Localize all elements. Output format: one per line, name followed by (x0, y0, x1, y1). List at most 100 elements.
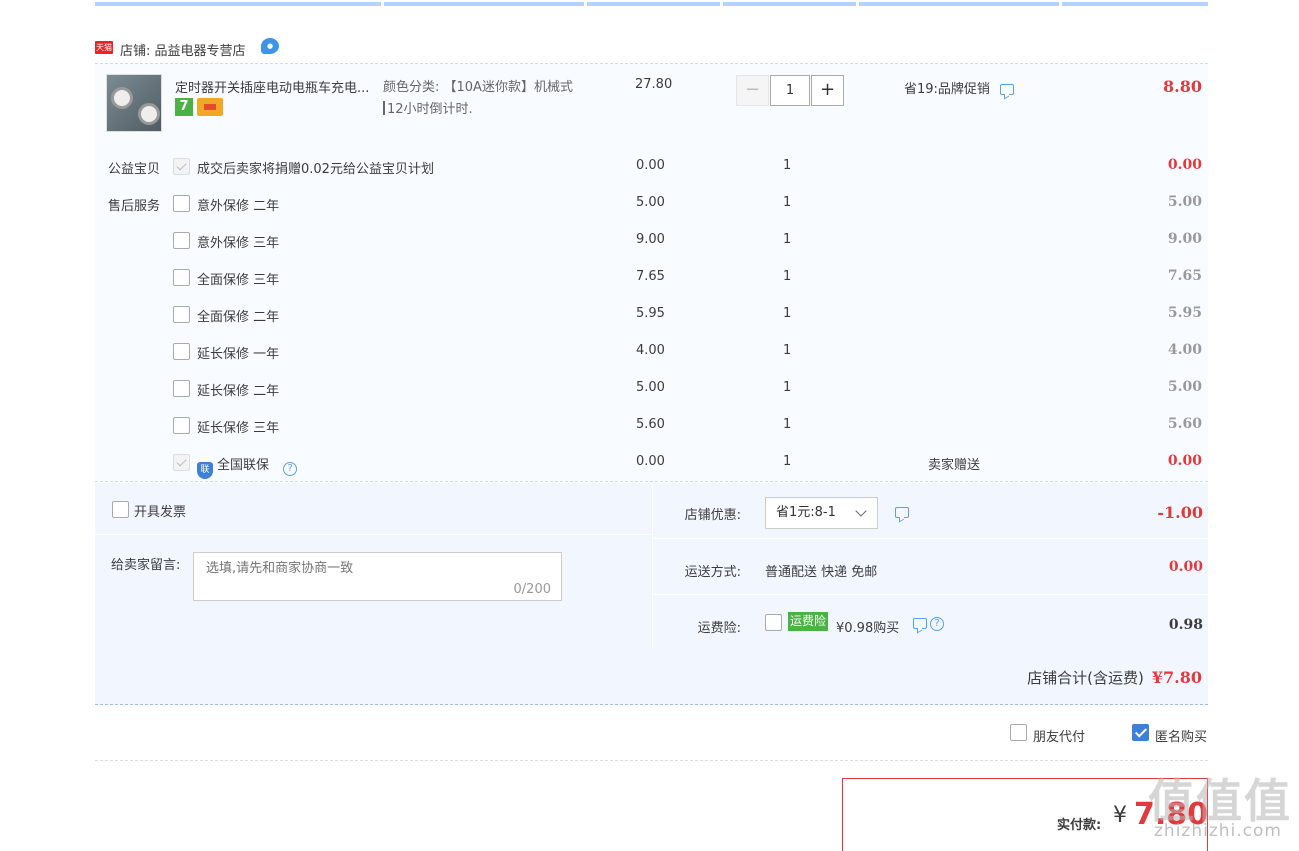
service-checkbox (173, 454, 190, 471)
wangwang-chat-icon[interactable]: ● (261, 38, 279, 54)
order-extras-pane: 开具发票 给卖家留言: 0/200 (95, 483, 651, 647)
service-price: 7.65 (636, 269, 665, 284)
service-name: 意外保修 二年 (197, 199, 280, 214)
thumbnail-dial (111, 87, 133, 109)
service-checkbox[interactable] (173, 269, 190, 286)
service-total: 9.00 (1167, 231, 1202, 247)
order-fees-pane: 店铺优惠: 省1元:8-1 -1.00 运送方式: 普通配送 快递 免邮 0.0… (652, 483, 1209, 647)
product-title-link[interactable]: 定时器开关插座电动电瓶车充电... (175, 77, 380, 96)
product-thumbnail[interactable] (106, 74, 162, 132)
service-row-warranty: 联全国联保 ? 0.00 1 卖家赠送 0.00 (95, 450, 1208, 479)
insurance-checkbox[interactable] (765, 614, 782, 631)
service-row: 延长保修 三年 5.60 1 5.60 (95, 413, 1208, 441)
service-total: 5.60 (1167, 416, 1202, 432)
header-segment (723, 2, 856, 6)
service-price: 9.00 (636, 232, 665, 247)
header-segment (95, 2, 381, 6)
watermark-url: zhizhizhi.com (1154, 821, 1282, 841)
anonymous-purchase-label: 匿名购买 (1155, 730, 1208, 745)
service-price: 4.00 (636, 343, 665, 358)
shop-header: 天猫 店铺: 品益电器专营店 ● (95, 36, 1208, 64)
sku-line-2: 12小时倒计时. (383, 99, 633, 121)
discount-message-icon[interactable] (895, 507, 909, 518)
service-price: 5.60 (636, 417, 665, 432)
service-row: 延长保修 一年 4.00 1 4.00 (95, 339, 1208, 367)
quantity-decrease-button[interactable]: − (736, 75, 769, 106)
service-row-charity: 公益宝贝 成交后卖家将捐赠0.02元给公益宝贝计划 0.00 1 0.00 (95, 154, 1208, 182)
promotion-info: 省19:品牌促销 (904, 78, 1015, 97)
sku-divider (383, 101, 385, 115)
service-qty: 1 (783, 269, 792, 284)
sku-line-1: 颜色分类: 【10A迷你款】机械式 (383, 80, 573, 95)
service-name: 全国联保 (217, 458, 270, 473)
sku-line-2-text: 12小时倒计时. (387, 102, 473, 117)
service-name: 成交后卖家将捐赠0.02元给公益宝贝计划 (197, 162, 434, 177)
shipping-row: 运送方式: 普通配送 快递 免邮 0.00 (653, 539, 1209, 595)
seller-message-input[interactable] (194, 553, 561, 583)
service-name: 延长保修 一年 (197, 347, 280, 362)
item-subtotal: 8.80 (1163, 77, 1202, 96)
quantity-input[interactable]: 1 (770, 75, 810, 106)
promotion-detail-icon[interactable] (1000, 84, 1015, 95)
thumbnail-dial (138, 103, 160, 125)
help-icon[interactable]: ? (283, 462, 298, 476)
service-name: 意外保修 三年 (197, 236, 280, 251)
help-icon[interactable]: ? (930, 617, 944, 631)
service-qty: 1 (783, 343, 792, 358)
invoice-checkbox[interactable] (112, 501, 129, 518)
anonymous-purchase-checkbox[interactable] (1132, 724, 1149, 741)
service-price: 5.00 (636, 380, 665, 395)
shipping-label: 运送方式: (684, 565, 741, 580)
seven-day-return-icon: 7 (175, 98, 193, 116)
payment-label: 实付款: (1057, 818, 1102, 833)
quantity-increase-button[interactable]: + (811, 75, 844, 106)
service-name: 全面保修 三年 (197, 273, 280, 288)
order-summary-area: 开具发票 给卖家留言: 0/200 店铺优惠: 省1元:8-1 -1.00 运送… (95, 483, 1209, 705)
friend-pay-checkbox[interactable] (1010, 724, 1027, 741)
currency-symbol: ¥ (1113, 803, 1127, 828)
seller-message-box[interactable]: 0/200 (193, 552, 562, 601)
service-qty: 1 (783, 380, 792, 395)
service-name: 全面保修 二年 (197, 310, 280, 325)
watermark: 值 值 值 zhizhizhi.com (1148, 765, 1293, 845)
service-price: 0.00 (636, 454, 665, 469)
shipping-method: 普通配送 快递 免邮 (765, 565, 878, 580)
promotion-text: 省19:品牌促销 (904, 82, 990, 97)
service-checkbox[interactable] (173, 417, 190, 434)
service-total: 5.00 (1167, 194, 1202, 210)
service-checkbox[interactable] (173, 380, 190, 397)
service-total: 5.95 (1167, 305, 1202, 321)
service-total: 0.00 (1167, 157, 1202, 173)
message-char-counter: 0/200 (513, 582, 551, 597)
shipping-amount: 0.00 (1168, 559, 1203, 575)
shop-total-amount: ¥7.80 (1151, 668, 1202, 687)
service-total: 0.00 (1167, 453, 1202, 469)
service-total: 5.00 (1167, 379, 1202, 395)
service-row: 全面保修 二年 5.95 1 5.95 (95, 302, 1208, 330)
checkout-options: 朋友代付 匿名购买 (95, 706, 1208, 761)
shop-discount-amount: -1.00 (1157, 503, 1203, 522)
shop-total-label: 店铺合计(含运费) (1027, 669, 1144, 687)
service-row: 全面保修 三年 7.65 1 7.65 (95, 265, 1208, 293)
service-total: 4.00 (1167, 342, 1202, 358)
header-segment (384, 2, 584, 6)
insurance-label: 运费险: (697, 621, 741, 636)
service-name: 延长保修 三年 (197, 421, 280, 436)
service-checkbox[interactable] (173, 343, 190, 360)
shop-name-link[interactable]: 店铺: 品益电器专营店 (120, 40, 246, 59)
divider (95, 534, 651, 535)
tmall-icon: 天猫 (95, 41, 113, 54)
service-name-with-icon: 联全国联保 ? (197, 454, 298, 479)
service-checkbox[interactable] (173, 195, 190, 212)
order-item-block: 定时器开关插座电动电瓶车充电... 7 颜色分类: 【10A迷你款】机械式 12… (95, 64, 1208, 482)
service-total: 7.65 (1167, 268, 1202, 284)
header-segment (859, 2, 1059, 6)
service-checkbox[interactable] (173, 306, 190, 323)
insurance-tag: 运费险 (788, 612, 829, 631)
service-row: 延长保修 二年 5.00 1 5.00 (95, 376, 1208, 404)
insurance-message-icon[interactable] (913, 618, 927, 629)
header-segment (587, 2, 720, 6)
service-checkbox[interactable] (173, 232, 190, 249)
shop-discount-select[interactable]: 省1元:8-1 (765, 497, 878, 529)
service-price: 5.00 (636, 195, 665, 210)
